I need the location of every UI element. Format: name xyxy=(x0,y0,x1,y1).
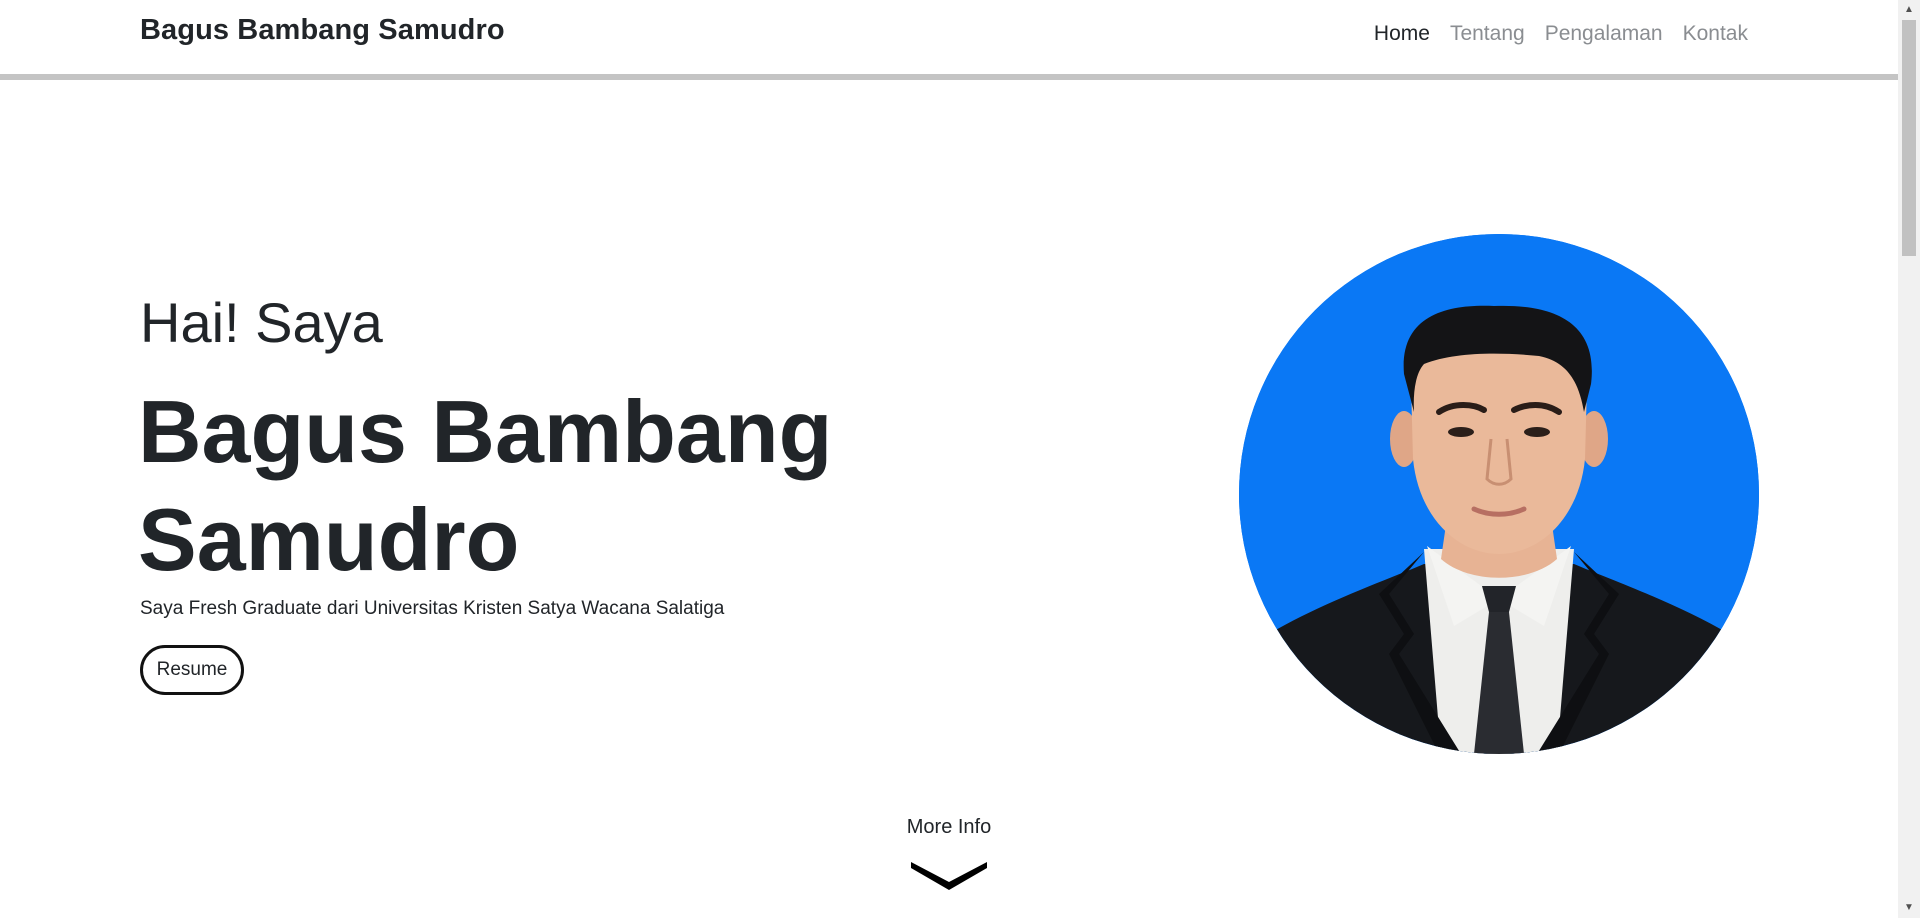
profile-photo xyxy=(1239,234,1759,754)
nav-link-tentang[interactable]: Tentang xyxy=(1450,22,1525,46)
navbar-divider xyxy=(0,74,1898,80)
vertical-scrollbar[interactable]: ▲ ▼ xyxy=(1898,0,1920,918)
scroll-down-icon[interactable]: ▼ xyxy=(1898,898,1920,918)
more-info-link[interactable]: More Info xyxy=(0,816,1898,839)
page: Bagus Bambang Samudro Home Tentang Penga… xyxy=(0,0,1920,918)
nav-link-home[interactable]: Home xyxy=(1374,22,1430,46)
chevron-down-icon[interactable] xyxy=(911,856,987,890)
hero-name: Bagus Bambang Samudro xyxy=(138,382,833,589)
resume-button[interactable]: Resume xyxy=(140,645,244,695)
nav-link-kontak[interactable]: Kontak xyxy=(1683,22,1748,46)
nav-links: Home Tentang Pengalaman Kontak xyxy=(1374,22,1748,46)
profile-portrait-illustration xyxy=(1239,234,1759,754)
hero-greeting: Hai! Saya xyxy=(140,291,383,354)
navbar-brand[interactable]: Bagus Bambang Samudro xyxy=(140,14,505,47)
hero-subtitle: Saya Fresh Graduate dari Universitas Kri… xyxy=(140,598,725,619)
scrollbar-thumb[interactable] xyxy=(1902,20,1916,256)
nav-link-pengalaman[interactable]: Pengalaman xyxy=(1545,22,1663,46)
navbar: Bagus Bambang Samudro Home Tentang Penga… xyxy=(0,0,1898,74)
scroll-up-icon[interactable]: ▲ xyxy=(1898,0,1920,20)
